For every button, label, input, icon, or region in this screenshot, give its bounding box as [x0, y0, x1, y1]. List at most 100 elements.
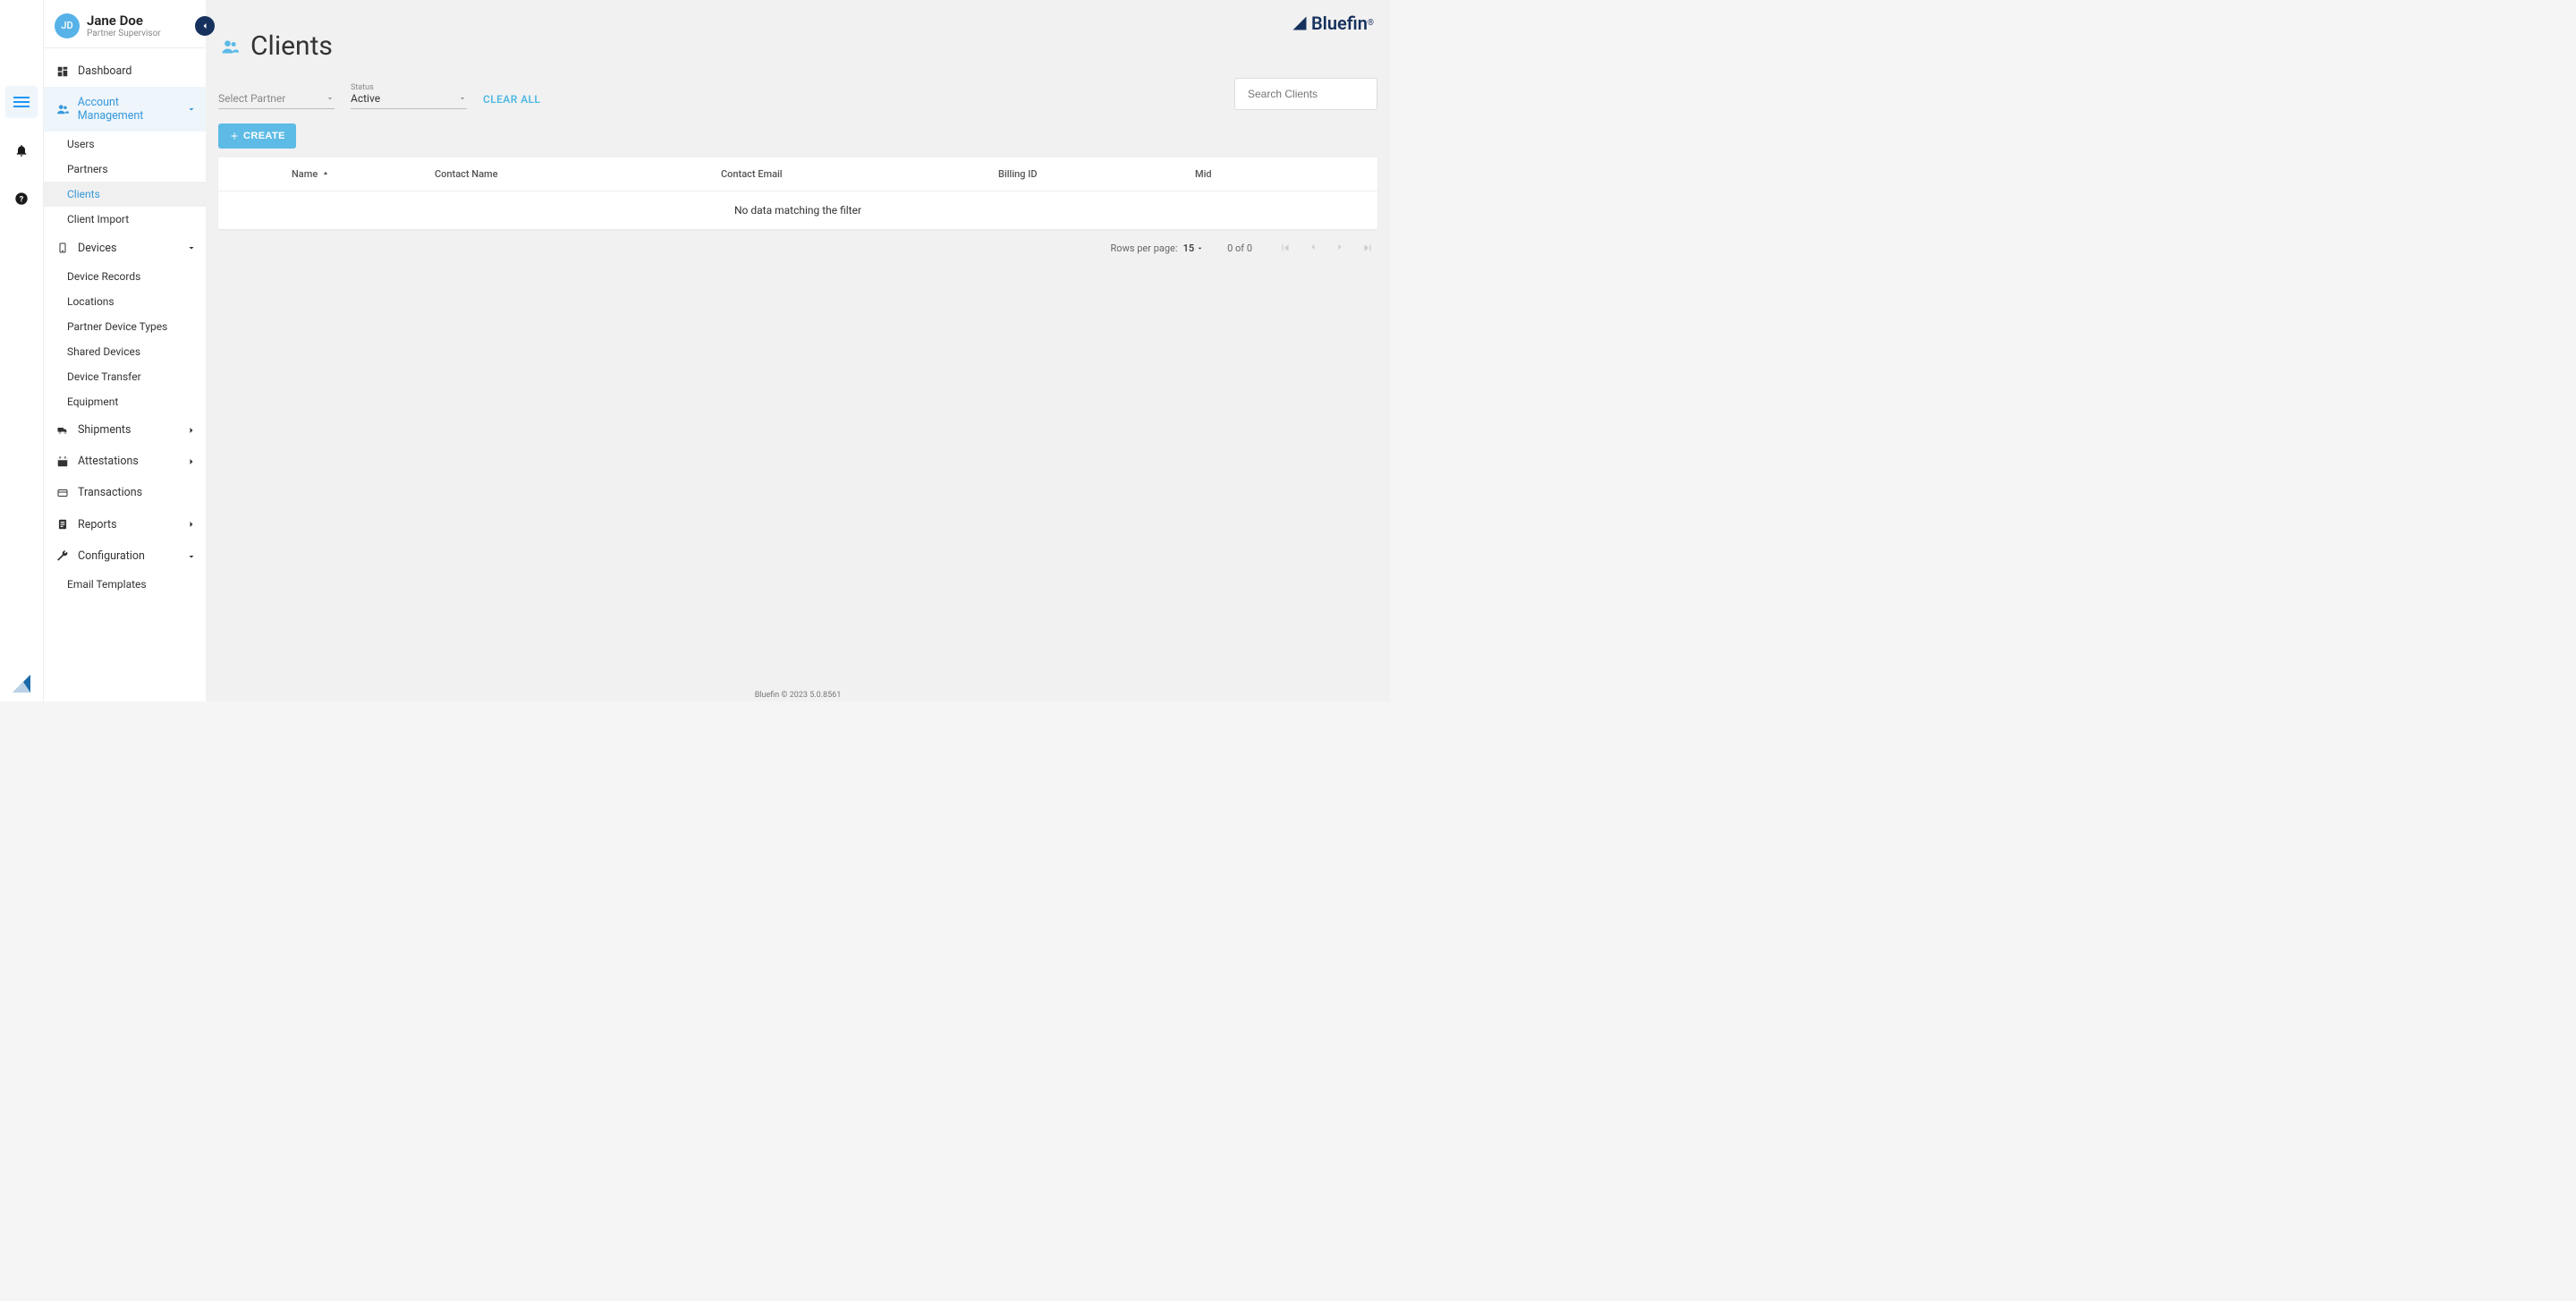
nav-reports[interactable]: Reports [44, 508, 206, 540]
people-icon [218, 38, 242, 55]
sidebar-item-partners[interactable]: Partners [44, 157, 206, 182]
sidebar-item-device-transfer[interactable]: Device Transfer [44, 364, 206, 389]
chevron-down-icon [186, 104, 197, 115]
dropdown-icon [458, 94, 467, 103]
nav-label: Shipments [78, 423, 131, 437]
nav-label: Devices [78, 242, 116, 255]
sort-asc-icon [321, 170, 330, 179]
sidebar-item-device-records[interactable]: Device Records [44, 264, 206, 289]
column-mid[interactable]: Mid [1195, 168, 1377, 180]
chevron-down-icon [186, 242, 197, 253]
wrench-icon [55, 550, 71, 563]
chevron-right-icon [186, 456, 197, 467]
sidebar: JD Jane Doe Partner Supervisor Dashboard… [43, 0, 206, 702]
partner-placeholder: Select Partner [218, 92, 285, 105]
column-billing-id[interactable]: Billing ID [998, 168, 1195, 180]
search-input[interactable] [1248, 88, 1386, 100]
main-content: Bluefin ® Clients Select Partner Status … [206, 0, 1390, 702]
nav-account-management[interactable]: Account Management [44, 87, 206, 132]
nav-label: Configuration [78, 549, 145, 563]
profile-name: Jane Doe [87, 13, 161, 29]
sidebar-item-email-templates[interactable]: Email Templates [44, 572, 206, 597]
sidebar-item-shared-devices[interactable]: Shared Devices [44, 339, 206, 364]
status-select[interactable]: Status Active [351, 83, 467, 109]
help-button[interactable]: ? [5, 183, 38, 215]
notifications-button[interactable] [5, 134, 38, 166]
first-page-button[interactable] [1275, 238, 1295, 258]
nav-label: Account Management [78, 96, 186, 123]
table-header: Name Contact Name Contact Email Billing … [218, 157, 1377, 191]
clients-table: Name Contact Name Contact Email Billing … [218, 157, 1377, 229]
clipboard-icon [55, 517, 71, 531]
brand-mark [11, 673, 32, 694]
last-page-icon [1361, 242, 1374, 254]
collapse-sidebar-button[interactable] [195, 16, 215, 36]
last-page-button[interactable] [1358, 238, 1377, 258]
sidebar-item-client-import[interactable]: Client Import [44, 207, 206, 232]
sidebar-item-partner-device-types[interactable]: Partner Device Types [44, 314, 206, 339]
status-label: Status [351, 83, 467, 92]
chevron-down-icon [186, 551, 197, 562]
sidebar-item-equipment[interactable]: Equipment [44, 389, 206, 414]
page-header: Clients [206, 0, 1390, 83]
page-title: Clients [250, 30, 333, 62]
plus-icon [229, 131, 240, 141]
svg-text:?: ? [20, 194, 24, 204]
column-name[interactable]: Name [292, 168, 435, 180]
calendar-icon [55, 455, 71, 468]
nav-devices[interactable]: Devices [44, 232, 206, 264]
nav-label: Reports [78, 518, 117, 531]
paginator: Rows per page: 15 0 of 0 [206, 229, 1390, 258]
dropdown-icon [326, 94, 335, 103]
avatar: JD [55, 13, 80, 38]
next-page-button[interactable] [1331, 238, 1349, 258]
bell-icon [14, 143, 29, 157]
nav-label: Transactions [78, 486, 142, 499]
menu-toggle-button[interactable] [5, 86, 38, 118]
chevron-right-icon [186, 519, 197, 530]
chevron-right-icon [1335, 242, 1345, 252]
nav-label: Dashboard [78, 64, 131, 78]
help-icon: ? [14, 191, 29, 206]
dashboard-icon [55, 65, 71, 78]
nav-transactions[interactable]: Transactions [44, 477, 206, 508]
clear-all-button[interactable]: CLEAR ALL [483, 93, 540, 106]
left-rail: ? [0, 0, 43, 702]
footer-text: Bluefin © 2023 5.0.8561 [206, 691, 1390, 700]
column-contact-email[interactable]: Contact Email [721, 168, 998, 180]
nav-label: Attestations [78, 455, 139, 468]
chevron-right-icon [186, 425, 197, 436]
profile-block[interactable]: JD Jane Doe Partner Supervisor [44, 0, 206, 48]
nav-attestations[interactable]: Attestations [44, 446, 206, 477]
status-value: Active [351, 92, 380, 105]
brand-logo: Bluefin ® [1292, 13, 1374, 34]
truck-icon [55, 425, 71, 436]
filter-row: Select Partner Status Active CLEAR ALL [206, 83, 1390, 120]
chevron-left-icon [199, 21, 210, 31]
partner-select[interactable]: Select Partner [218, 92, 335, 109]
sidebar-item-clients[interactable]: Clients [44, 182, 206, 207]
dropdown-icon [1196, 244, 1204, 252]
phone-icon [55, 241, 71, 255]
prev-page-button[interactable] [1304, 238, 1322, 258]
profile-role: Partner Supervisor [87, 29, 161, 38]
nav-dashboard[interactable]: Dashboard [44, 55, 206, 87]
page-range: 0 of 0 [1227, 242, 1252, 254]
nav-shipments[interactable]: Shipments [44, 414, 206, 446]
people-icon [55, 103, 71, 115]
rows-per-page-select[interactable]: 15 [1183, 242, 1205, 254]
hamburger-icon [13, 97, 30, 107]
card-icon [55, 488, 71, 498]
search-box[interactable] [1234, 78, 1377, 110]
brand-text: Bluefin [1311, 13, 1368, 34]
column-contact-name[interactable]: Contact Name [435, 168, 721, 180]
create-button[interactable]: CREATE [218, 123, 296, 149]
first-page-icon [1279, 242, 1292, 254]
create-label: CREATE [243, 131, 285, 141]
sidebar-item-locations[interactable]: Locations [44, 289, 206, 314]
rows-per-page-label: Rows per page: [1111, 242, 1178, 254]
table-empty-message: No data matching the filter [218, 191, 1377, 229]
chevron-left-icon [1308, 242, 1318, 252]
sidebar-item-users[interactable]: Users [44, 132, 206, 157]
nav-configuration[interactable]: Configuration [44, 540, 206, 572]
